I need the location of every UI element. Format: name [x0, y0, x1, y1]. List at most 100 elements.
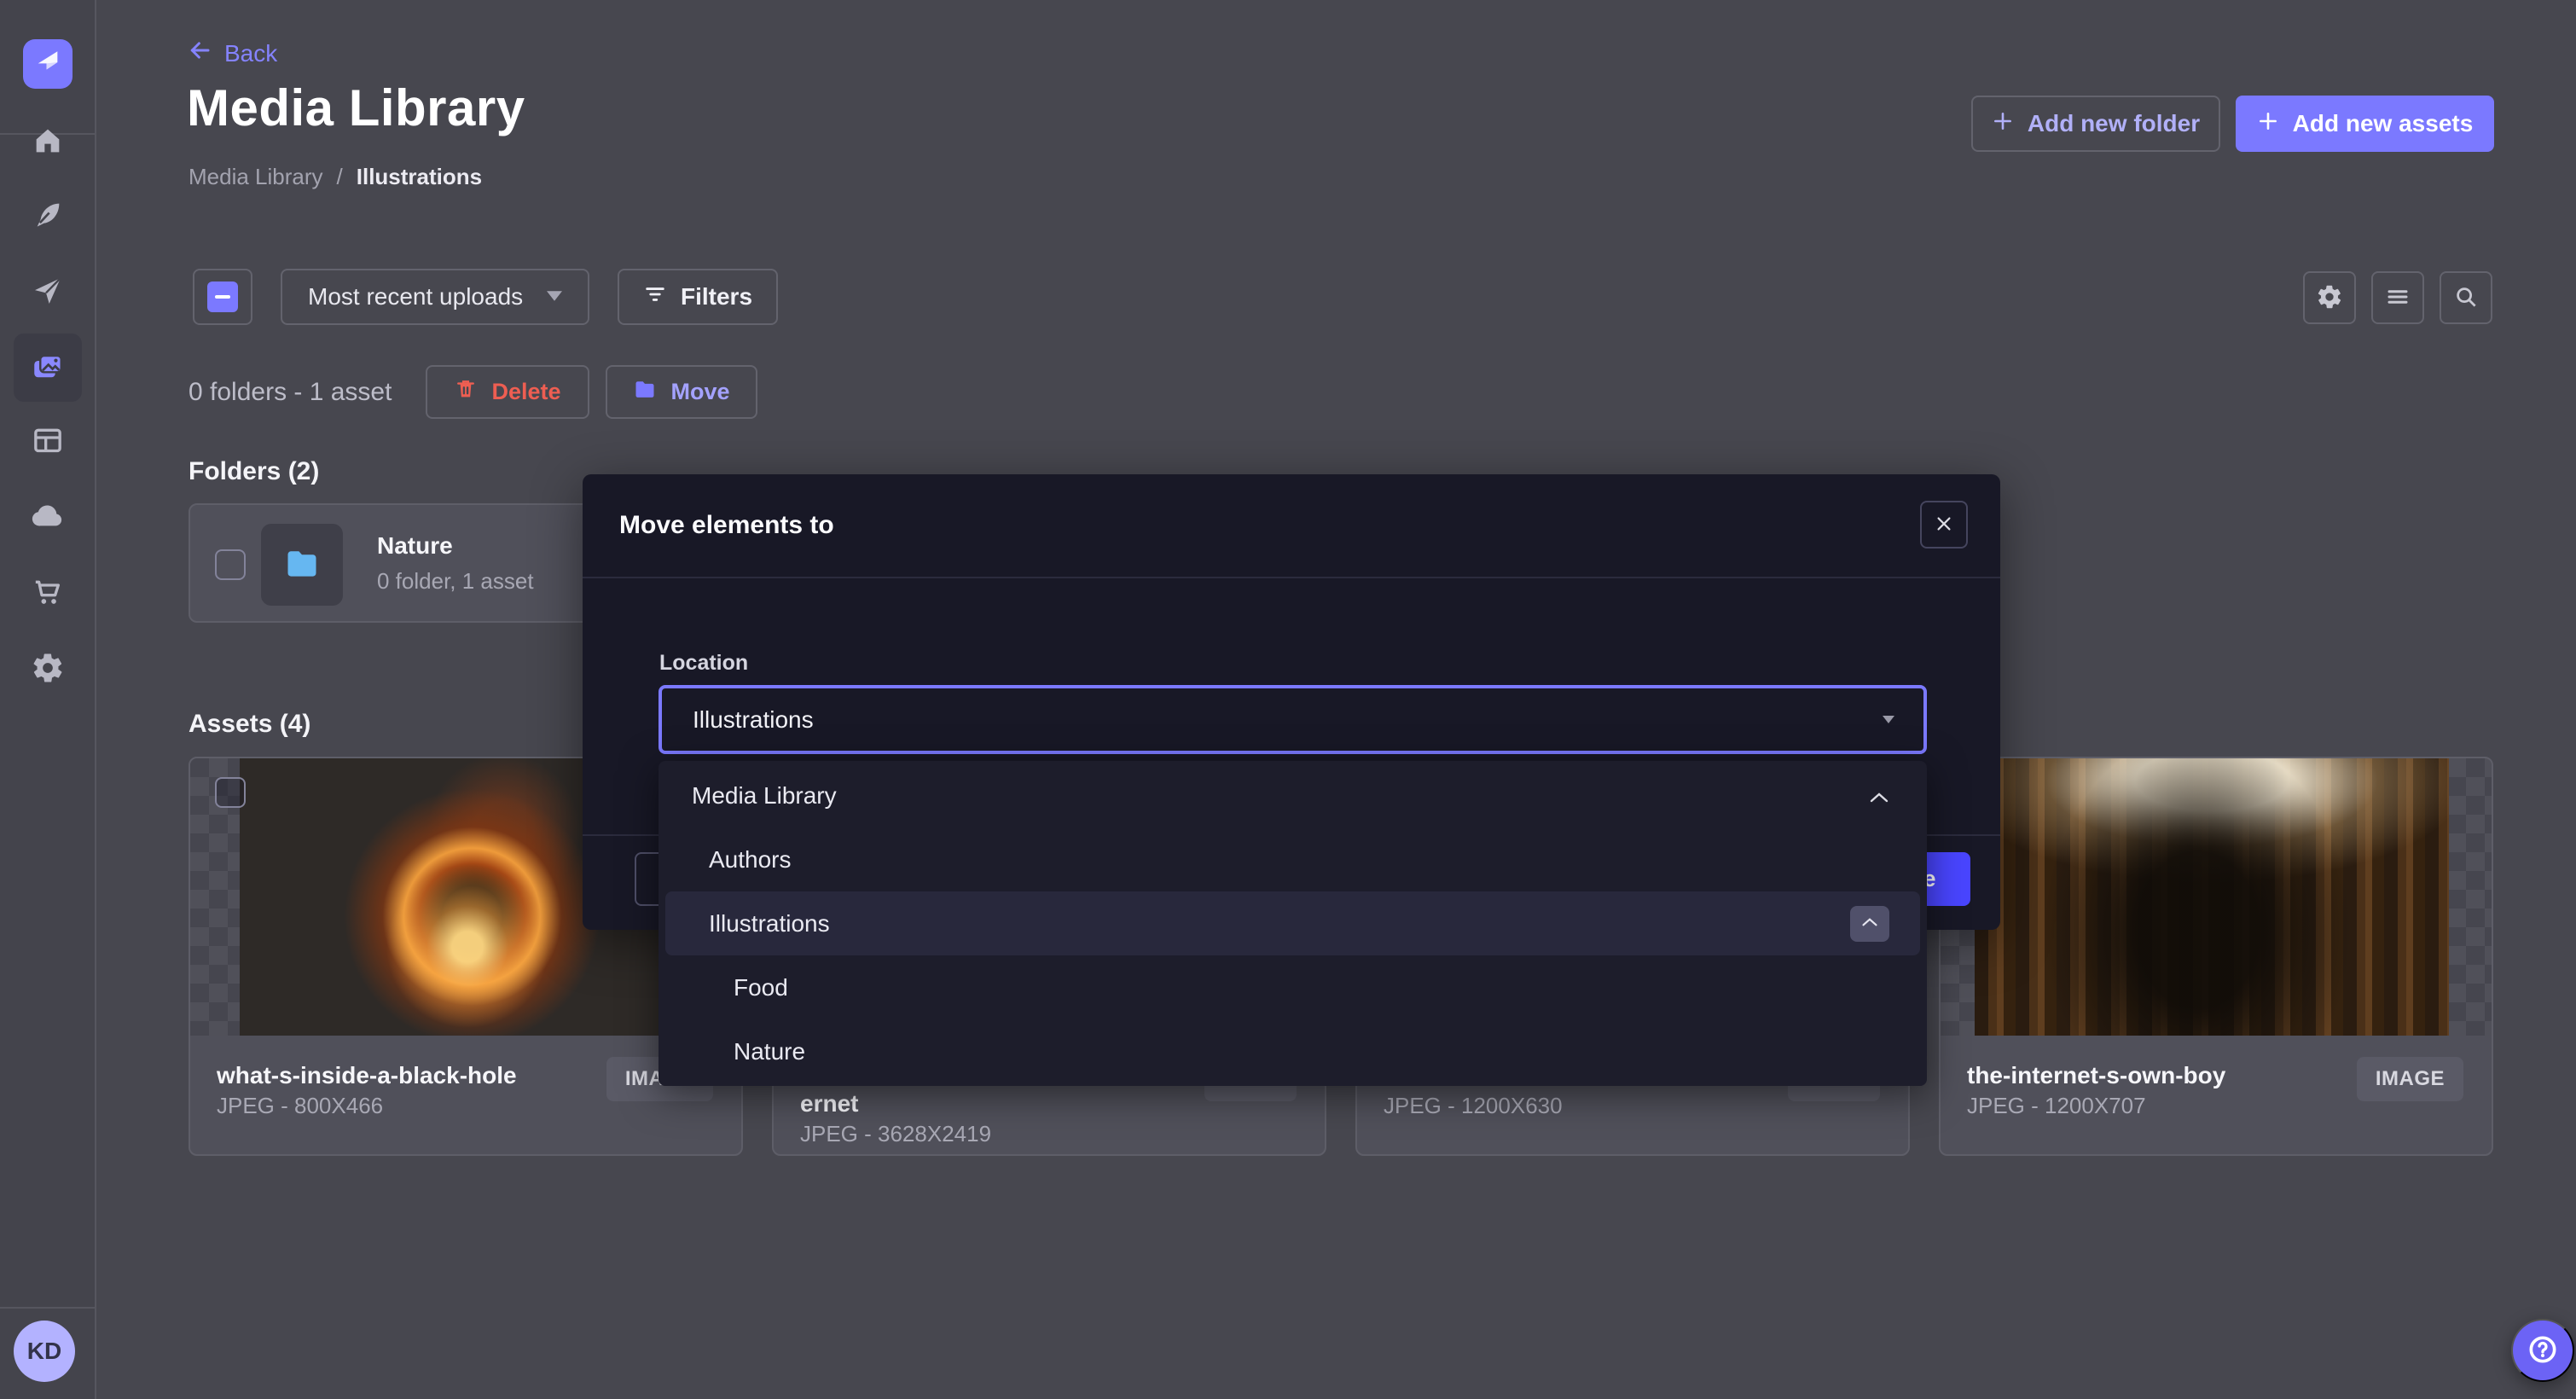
- asset-meta: JPEG - 1200X630: [1384, 1093, 1563, 1119]
- option-label: Authors: [709, 846, 792, 874]
- plus-icon: [2257, 110, 2279, 138]
- user-avatar[interactable]: KD: [14, 1321, 75, 1382]
- question-icon: [2526, 1332, 2560, 1369]
- modal-header-divider: [583, 577, 2000, 578]
- help-button[interactable]: [2511, 1319, 2574, 1382]
- asset-meta: JPEG - 800X466: [217, 1093, 383, 1119]
- arrow-left-icon: [187, 38, 212, 69]
- folders-section-title: Folders (2): [189, 457, 319, 486]
- library-portrait-image: [1975, 758, 2449, 1036]
- view-settings-button[interactable]: [2303, 271, 2356, 324]
- media-library-page: KD Back Media Library Media Library / Il…: [0, 0, 2576, 1399]
- close-icon: [1935, 514, 1953, 536]
- option-illustrations[interactable]: Illustrations: [665, 891, 1920, 955]
- location-label: Location: [659, 651, 748, 676]
- media-library-icon: [30, 349, 66, 387]
- folder-tile: [261, 524, 343, 606]
- filters-button[interactable]: Filters: [618, 269, 778, 325]
- breadcrumb: Media Library / Illustrations: [189, 164, 482, 190]
- strapi-logo-icon: [33, 48, 62, 81]
- delete-button[interactable]: Delete: [426, 365, 589, 419]
- filters-label: Filters: [681, 283, 752, 311]
- select-all-checkbox[interactable]: [193, 269, 252, 325]
- modal-close-button[interactable]: [1920, 501, 1968, 549]
- list-icon: [2385, 284, 2411, 312]
- option-nature[interactable]: Nature: [659, 1019, 1927, 1083]
- add-new-folder-label: Add new folder: [2028, 110, 2200, 137]
- search-button[interactable]: [2440, 271, 2492, 324]
- back-label: Back: [224, 40, 277, 67]
- option-label: Media Library: [692, 782, 837, 810]
- asset-meta: JPEG - 1200X707: [1967, 1093, 2146, 1119]
- breadcrumb-separator: /: [337, 164, 343, 190]
- list-view-button[interactable]: [2371, 271, 2424, 324]
- add-new-folder-button[interactable]: Add new folder: [1971, 96, 2220, 152]
- option-label: Food: [734, 974, 788, 1001]
- paper-plane-icon: [31, 274, 65, 311]
- sort-value: Most recent uploads: [308, 283, 523, 311]
- move-button[interactable]: Move: [606, 365, 757, 419]
- cloud-icon: [30, 498, 66, 537]
- assets-section-title: Assets (4): [189, 710, 310, 739]
- option-authors[interactable]: Authors: [659, 827, 1927, 891]
- sidebar-item-home[interactable]: [14, 107, 82, 176]
- folder-name: Nature: [377, 532, 453, 560]
- modal-header: Move elements to: [583, 474, 2000, 577]
- sort-select[interactable]: Most recent uploads: [281, 269, 589, 325]
- sidebar-item-cloud[interactable]: [14, 483, 82, 551]
- sidebar-item-releases[interactable]: [14, 258, 82, 326]
- asset-title: the-internet-s-own-boy: [1967, 1062, 2225, 1089]
- option-label: Illustrations: [709, 910, 830, 938]
- location-select-value: Illustrations: [693, 706, 814, 734]
- asset-title: what-s-inside-a-black-hole: [217, 1062, 517, 1089]
- layout-icon: [31, 423, 65, 460]
- location-select[interactable]: Illustrations: [659, 685, 1927, 754]
- indeterminate-checkbox-icon: [207, 282, 238, 312]
- sidebar-item-media-library[interactable]: [14, 334, 82, 402]
- selection-summary: 0 folders - 1 asset: [189, 365, 392, 419]
- caret-down-icon: [547, 291, 562, 304]
- option-label: Nature: [734, 1038, 805, 1065]
- trash-icon: [454, 377, 478, 407]
- back-link[interactable]: Back: [187, 38, 277, 69]
- collapse-folder-button[interactable]: [1850, 906, 1889, 942]
- asset-card-internet-own-boy[interactable]: the-internet-s-own-boy JPEG - 1200X707 I…: [1939, 757, 2493, 1156]
- location-dropdown: Media Library Authors Illustrations Food…: [659, 761, 1927, 1086]
- asset-type-badge: IMAGE: [2357, 1057, 2463, 1101]
- folder-meta: 0 folder, 1 asset: [377, 568, 534, 595]
- chevron-up-icon[interactable]: [1869, 782, 1889, 810]
- feather-icon: [31, 198, 65, 235]
- gear-icon: [2316, 283, 2343, 313]
- sidebar-item-marketplace[interactable]: [14, 559, 82, 627]
- asset-checkbox[interactable]: [215, 777, 246, 808]
- strapi-logo[interactable]: [23, 39, 73, 89]
- delete-label: Delete: [491, 379, 560, 405]
- asset-thumbnail: [1941, 758, 2492, 1036]
- user-initials: KD: [27, 1338, 61, 1365]
- folder-checkbox[interactable]: [215, 549, 246, 580]
- asset-meta: JPEG - 3628X2419: [800, 1121, 991, 1147]
- cart-icon: [31, 575, 65, 612]
- breadcrumb-current: Illustrations: [357, 164, 482, 190]
- sidebar-item-content-manager[interactable]: [14, 407, 82, 475]
- sidebar-item-content-writing[interactable]: [14, 182, 82, 250]
- add-new-assets-button[interactable]: Add new assets: [2236, 96, 2494, 152]
- gear-icon: [31, 651, 65, 688]
- breadcrumb-parent[interactable]: Media Library: [189, 164, 323, 190]
- sidebar: KD: [0, 0, 96, 1399]
- caret-down-icon: [1883, 712, 1894, 728]
- add-new-assets-label: Add new assets: [2293, 110, 2474, 137]
- chevron-up-icon: [1861, 917, 1878, 930]
- page-title: Media Library: [187, 78, 525, 137]
- filter-icon: [643, 282, 667, 312]
- asset-title: ernet: [800, 1090, 858, 1117]
- plus-icon: [1992, 110, 2014, 138]
- option-media-library[interactable]: Media Library: [659, 763, 1927, 827]
- move-label: Move: [670, 379, 729, 405]
- sidebar-divider-bottom: [0, 1307, 95, 1309]
- home-icon: [31, 124, 65, 160]
- folder-icon: [283, 544, 321, 586]
- sidebar-item-settings[interactable]: [14, 635, 82, 703]
- option-food[interactable]: Food: [659, 955, 1927, 1019]
- modal-title: Move elements to: [619, 474, 834, 577]
